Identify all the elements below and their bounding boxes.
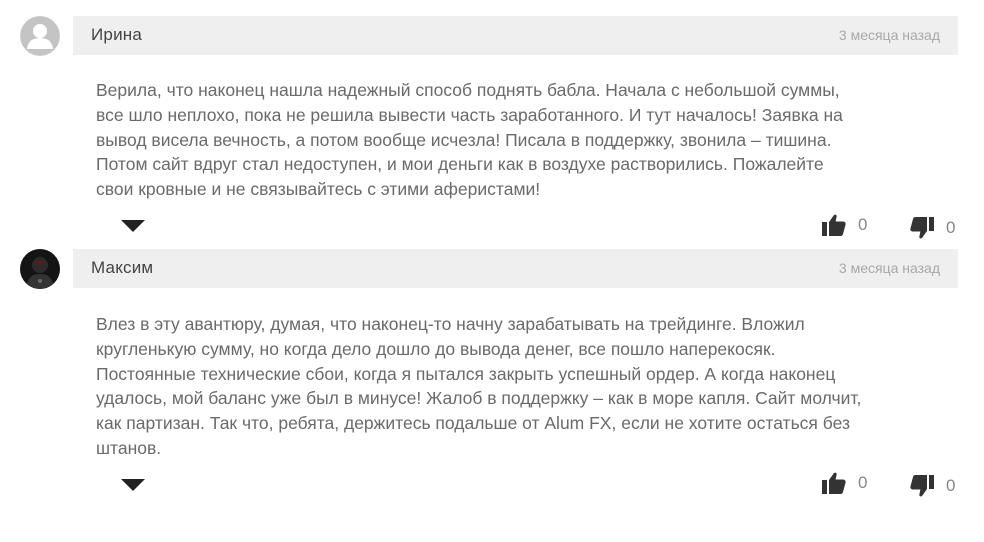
dislike-button[interactable]: 0 [910, 475, 955, 497]
thumbs-up-icon [822, 214, 846, 236]
like-button[interactable]: 0 [822, 472, 867, 494]
comment-text: Влез в эту авантюру, думая, что наконец-… [96, 312, 966, 461]
expand-replies-toggle-icon[interactable] [121, 220, 145, 232]
user-avatar-photo [20, 249, 60, 289]
comment-author: Ирина [91, 25, 143, 44]
comment-text-line: штанов. [96, 437, 162, 458]
comment-text-line: кругленькую сумму, но когда дело дошло д… [96, 338, 776, 359]
comment-text-line: Постоянные технические сбои, когда я пыт… [96, 363, 836, 384]
thumbs-down-icon [910, 217, 934, 239]
comment-text-line: все шло неплохо, пока не решила вывести … [96, 104, 843, 125]
comment-text-line: свои кровные и не связывайтесь с этими а… [96, 179, 541, 200]
dislike-count: 0 [946, 476, 956, 495]
user-avatar-default [20, 16, 60, 56]
comment-text-line: Потом сайт вдруг стал недоступен, и мои … [96, 154, 824, 175]
dislike-count: 0 [946, 218, 956, 237]
comment-text-line: Верила, что наконец нашла надежный спосо… [96, 80, 840, 100]
comment-text: Верила, что наконец нашла надежный спосо… [96, 78, 966, 202]
comment-date: 3 месяца назад [838, 27, 940, 43]
dislike-button[interactable]: 0 [910, 217, 955, 239]
like-button[interactable]: 0 [822, 214, 867, 236]
like-count: 0 [858, 215, 868, 234]
comment-text-line: Влез в эту авантюру, думая, что наконец-… [96, 314, 805, 334]
thumbs-up-icon [822, 472, 846, 494]
comment-header: Ирина 3 месяца назад [73, 16, 958, 55]
thumbs-down-icon [910, 475, 934, 497]
comment-header: Максим 3 месяца назад [73, 249, 958, 288]
comment-text-line: вывод висела вечность, а потом вообще ис… [96, 129, 832, 150]
comment-date: 3 месяца назад [838, 260, 940, 276]
comment-text-line: как партизан. Так что, ребята, держитесь… [96, 413, 850, 434]
like-count: 0 [858, 473, 868, 492]
expand-replies-toggle-icon[interactable] [121, 479, 145, 491]
comment-text-line: удалось, мой баланс уже был в минусе! Жа… [96, 388, 862, 409]
comment-author: Максим [91, 258, 154, 277]
comments-section: Ирина 3 месяца назад Верила, что наконец… [0, 0, 984, 542]
